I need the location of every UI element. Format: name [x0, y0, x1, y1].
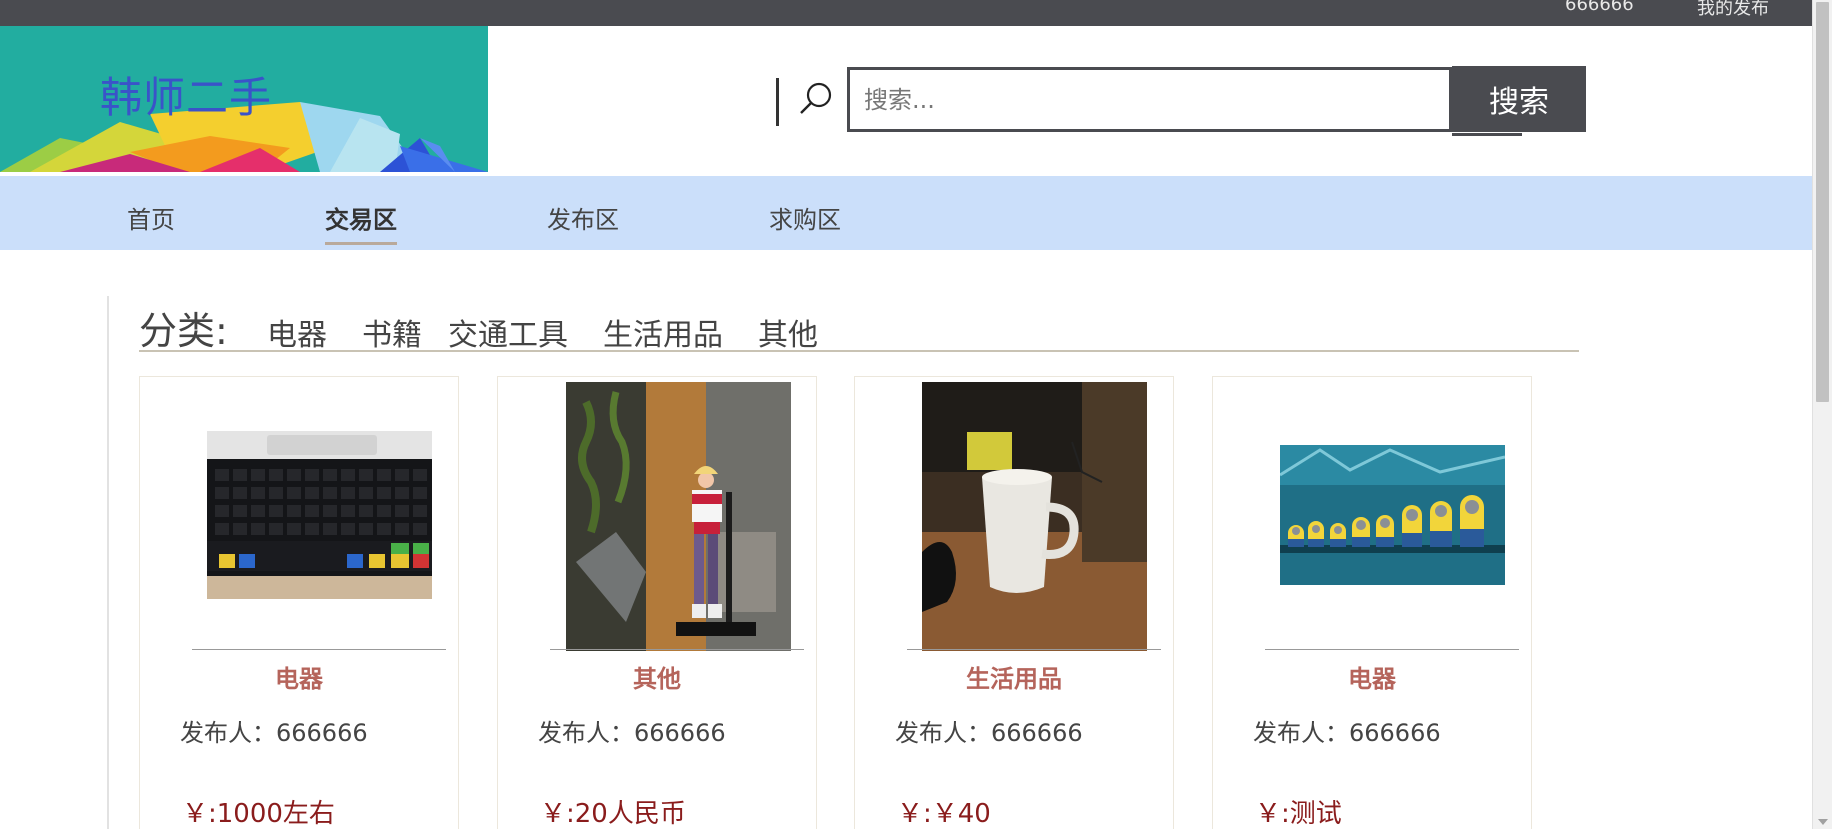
product-category: 电器 [275, 665, 323, 693]
product-card[interactable]: 电器 发布人：666666 ￥:测试 [1212, 376, 1532, 829]
card-divider [1265, 649, 1519, 650]
category-title: 分类: [139, 309, 228, 353]
product-poster: 发布人：666666 [895, 719, 1083, 747]
nav-wanted-area[interactable]: 求购区 [769, 200, 841, 235]
product-image[interactable] [498, 379, 816, 651]
search-button[interactable]: 搜索 [1452, 66, 1586, 136]
site-logo[interactable]: 韩师二手 [0, 26, 488, 172]
category-books[interactable]: 书籍 [362, 310, 422, 354]
product-price: ￥:20人民币 [540, 799, 686, 829]
search-separator [776, 78, 779, 126]
scroll-down-arrow-icon[interactable] [1818, 819, 1828, 825]
product-price: ￥:￥40 [897, 799, 991, 829]
category-filter-bar: 分类: 电器 书籍 交通工具 生活用品 其他 [139, 298, 1579, 354]
main-nav: 首页 交易区 发布区 求购区 [0, 176, 1812, 250]
product-image[interactable] [140, 379, 458, 651]
scrollbar-thumb[interactable] [1816, 2, 1829, 402]
username-link[interactable]: 666666 [1565, 0, 1634, 15]
logo-text: 韩师二手 [100, 73, 273, 122]
product-category: 其他 [633, 665, 681, 693]
search-button-label: 搜索 [1489, 85, 1549, 120]
content-left-border [107, 296, 109, 829]
card-divider [550, 649, 804, 650]
search-icon[interactable] [798, 80, 834, 116]
category-other[interactable]: 其他 [758, 310, 818, 354]
my-posts-link[interactable]: 我的发布 [1697, 0, 1769, 20]
product-price: ￥:1000左右 [182, 799, 335, 829]
product-category: 生活用品 [966, 665, 1062, 693]
product-poster: 发布人：666666 [1253, 719, 1441, 747]
nav-trade-area[interactable]: 交易区 [325, 200, 397, 245]
product-price: ￥:测试 [1255, 799, 1342, 829]
product-photo-figure [566, 382, 791, 651]
search-input[interactable] [847, 67, 1452, 132]
product-poster: 发布人：666666 [180, 719, 368, 747]
product-photo-mug [922, 382, 1147, 651]
product-photo-keyboard [207, 431, 432, 599]
card-divider [907, 649, 1161, 650]
card-divider [192, 649, 446, 650]
top-bar: 666666 我的发布 [0, 0, 1812, 26]
product-photo-minions [1280, 445, 1505, 585]
nav-publish-area[interactable]: 发布区 [547, 200, 619, 235]
product-card[interactable]: 生活用品 发布人：666666 ￥:￥40 [854, 376, 1174, 829]
product-category: 电器 [1348, 665, 1396, 693]
product-image[interactable] [855, 379, 1173, 651]
product-card[interactable]: 电器 发布人：666666 ￥:1000左右 [139, 376, 459, 829]
category-daily-goods[interactable]: 生活用品 [603, 310, 723, 354]
product-card[interactable]: 其他 发布人：666666 ￥:20人民币 [497, 376, 817, 829]
search-button-shadow [1452, 133, 1522, 136]
category-appliances[interactable]: 电器 [267, 310, 327, 354]
page-scrollbar[interactable] [1812, 0, 1832, 829]
nav-home[interactable]: 首页 [127, 200, 175, 235]
product-image[interactable] [1213, 379, 1531, 651]
category-transport[interactable]: 交通工具 [448, 310, 568, 354]
product-poster: 发布人：666666 [538, 719, 726, 747]
